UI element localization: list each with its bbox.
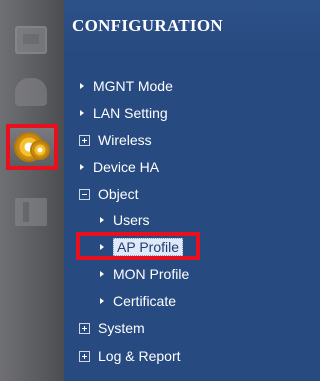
menu-item-label: Wireless xyxy=(98,132,152,148)
menu-item-label: Users xyxy=(113,212,150,228)
bullet-icon xyxy=(80,83,84,89)
maintenance-icon xyxy=(15,198,47,226)
bullet-icon xyxy=(100,217,104,223)
menu-item-label: Device HA xyxy=(93,159,160,175)
menu-item-lan-setting[interactable]: LAN Setting xyxy=(80,103,168,123)
monitor-tab[interactable] xyxy=(5,18,57,62)
menu-item-ap-profile[interactable]: AP Profile xyxy=(100,237,183,257)
menu-item-device-ha[interactable]: Device HA xyxy=(80,157,159,177)
bullet-icon xyxy=(100,244,104,250)
dashboard-icon xyxy=(15,78,47,106)
menu-item-label: Certificate xyxy=(113,293,177,309)
menu-item-wireless[interactable]: Wireless xyxy=(79,130,152,150)
menu-item-label: Object xyxy=(98,186,139,202)
collapse-icon[interactable] xyxy=(79,188,90,200)
bullet-icon xyxy=(100,298,104,304)
expand-icon[interactable] xyxy=(79,350,90,362)
dashboard-tab[interactable] xyxy=(5,70,57,114)
menu-item-mgnt-mode[interactable]: MGNT Mode xyxy=(80,76,173,96)
menu-item-label: AP Profile xyxy=(113,238,183,256)
maintenance-tab[interactable] xyxy=(5,190,57,234)
icon-rail xyxy=(0,0,64,381)
monitor-icon xyxy=(15,26,47,54)
menu-item-mon-profile[interactable]: MON Profile xyxy=(100,264,189,284)
menu-item-label: MON Profile xyxy=(113,266,190,282)
menu-item-object[interactable]: Object xyxy=(79,184,138,204)
menu-item-certificate[interactable]: Certificate xyxy=(100,291,176,311)
menu-item-label: LAN Setting xyxy=(93,105,168,121)
bullet-icon xyxy=(80,110,84,116)
bullet-icon xyxy=(80,164,84,170)
configuration-tab[interactable] xyxy=(6,124,58,170)
menu-item-label: Log & Report xyxy=(98,348,181,364)
menu-item-label: MGNT Mode xyxy=(93,78,173,94)
menu-title: CONFIGURATION xyxy=(72,16,223,35)
expand-icon[interactable] xyxy=(79,134,90,146)
bullet-icon xyxy=(100,271,104,277)
menu-item-users[interactable]: Users xyxy=(100,210,150,230)
menu-item-system[interactable]: System xyxy=(79,318,145,338)
expand-icon[interactable] xyxy=(79,322,90,334)
menu-item-log-report[interactable]: Log & Report xyxy=(79,346,181,366)
gear-small-icon xyxy=(32,142,48,158)
menu-item-label: System xyxy=(98,320,145,336)
